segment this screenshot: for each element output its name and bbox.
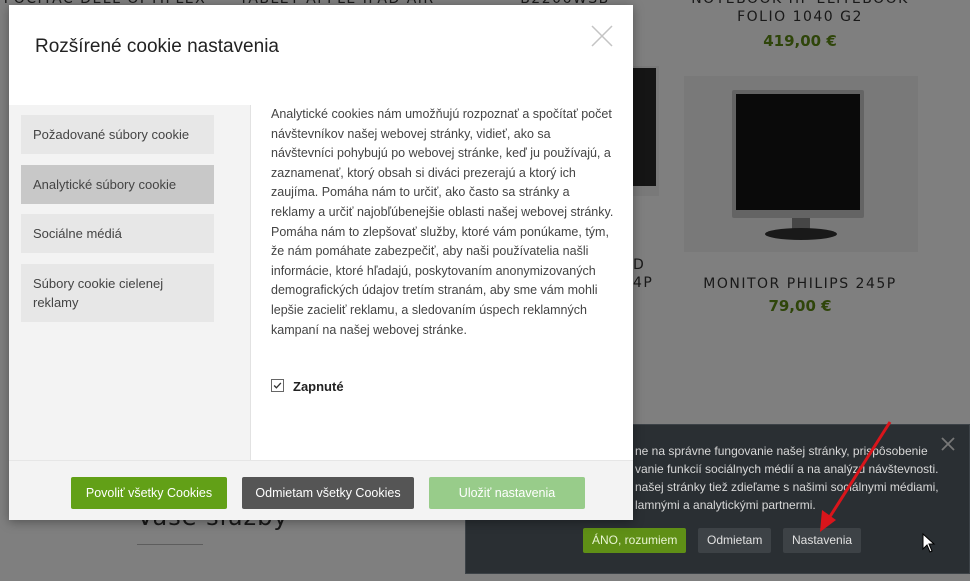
enabled-checkbox[interactable] (271, 379, 284, 392)
allow-all-cookies-button[interactable]: Povoliť všetky Cookies (71, 477, 227, 509)
sidebar-item-required-cookies[interactable]: Požadované súbory cookie (21, 115, 214, 154)
close-icon[interactable] (939, 435, 957, 453)
cookie-category-sidebar: Požadované súbory cookie Analytické súbo… (9, 105, 251, 460)
enabled-label: Zapnuté (293, 379, 344, 394)
deny-all-cookies-button[interactable]: Odmietam všetky Cookies (242, 477, 414, 509)
red-arrow-icon (820, 421, 892, 532)
category-description: Analytické cookies nám umožňujú rozpozna… (271, 107, 614, 337)
category-content: Analytické cookies nám umožňujú rozpozna… (271, 105, 616, 340)
modal-title: Rozšírené cookie nastavenia (35, 36, 279, 57)
sidebar-item-targeted-ads[interactable]: Súbory cookie cielenej reklamy (21, 264, 214, 322)
modal-footer: Povoliť všetky Cookies Odmietam všetky C… (9, 460, 633, 520)
cookie-settings-modal: Rozšírené cookie nastavenia Požadované s… (9, 5, 633, 520)
sidebar-item-analytics-cookies[interactable]: Analytické súbory cookie (21, 165, 214, 204)
sidebar-item-social-media[interactable]: Sociálne médiá (21, 214, 214, 253)
decline-cookies-button[interactable]: Odmietam (698, 528, 772, 553)
accept-cookies-button[interactable]: ÁNO, rozumiem (583, 528, 687, 553)
mouse-cursor-icon (922, 533, 936, 553)
close-icon[interactable] (591, 25, 613, 47)
save-settings-button[interactable]: Uložiť nastavenia (429, 477, 585, 509)
